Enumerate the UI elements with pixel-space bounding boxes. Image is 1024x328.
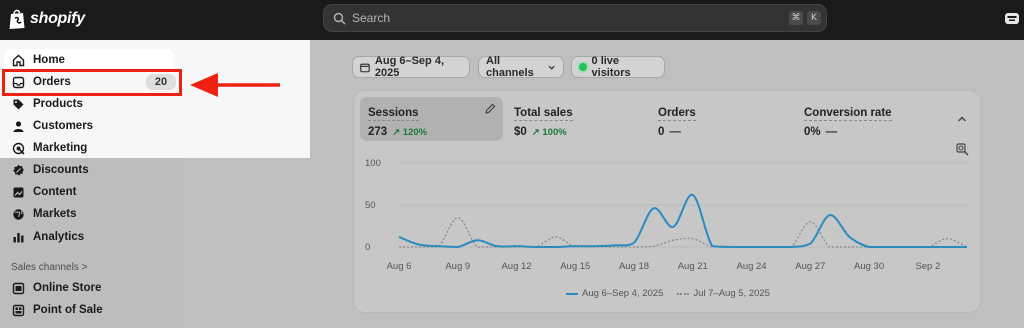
metric-number: 0% xyxy=(804,126,821,138)
metric-change: — xyxy=(669,126,681,138)
x-tick-label: Aug 27 xyxy=(795,261,825,272)
sidebar-item-label: Home xyxy=(33,54,65,66)
metric-number: 0 xyxy=(658,126,665,138)
chart-legend: Aug 6–Sep 4, 2025 Jul 7–Aug 5, 2025 xyxy=(566,288,770,299)
legend-label: Jul 7–Aug 5, 2025 xyxy=(693,288,770,299)
metric-value: $0 ↗ 100% xyxy=(514,126,638,138)
shopify-bag-icon xyxy=(9,9,25,29)
sidebar-item-discounts[interactable]: Discounts xyxy=(4,159,174,181)
search-bar[interactable]: ⌘ K xyxy=(323,4,827,32)
sidebar-item-content[interactable]: Content xyxy=(4,181,174,203)
sidebar-item-label: Products xyxy=(33,98,83,110)
metric-value: 0% — xyxy=(804,126,933,138)
x-tick-label: Aug 12 xyxy=(501,261,531,272)
sidebar-item-label: Content xyxy=(33,186,77,198)
calendar-icon xyxy=(360,63,370,72)
brand-name: shopify xyxy=(30,10,85,27)
metric-label: Sessions xyxy=(368,107,419,121)
x-tick-label: Aug 21 xyxy=(678,261,708,272)
metric-label: Orders xyxy=(658,107,696,121)
sales-channels-heading[interactable]: Sales channels > xyxy=(11,262,87,273)
legend-swatch-dotted xyxy=(677,292,690,295)
globe-icon xyxy=(13,208,24,220)
metric-label: Conversion rate xyxy=(804,107,892,121)
legend-item-current[interactable]: Aug 6–Sep 4, 2025 xyxy=(566,288,663,299)
live-visitors-button[interactable]: 0 live visitors xyxy=(571,55,665,79)
metric-conversion-rate[interactable]: Conversion rate 0% — xyxy=(796,97,941,141)
sidebar-item-home[interactable]: Home xyxy=(4,49,174,71)
pos-icon xyxy=(12,304,25,316)
discount-icon xyxy=(13,164,24,176)
legend-label: Aug 6–Sep 4, 2025 xyxy=(582,288,664,299)
x-tick-label: Aug 24 xyxy=(736,261,766,272)
chevron-up-icon[interactable] xyxy=(956,113,968,125)
tag-icon xyxy=(13,99,24,109)
red-arrow-icon xyxy=(190,73,280,97)
x-tick-label: Sep 2 xyxy=(915,261,940,272)
metric-value: 0 — xyxy=(658,126,782,138)
store-icon xyxy=(12,282,25,294)
metric-sessions[interactable]: Sessions 273 ↗ 120% xyxy=(360,97,503,141)
x-tick-label: Aug 30 xyxy=(854,261,884,272)
sidebar-item-label: Markets xyxy=(33,208,77,220)
metric-number: $0 xyxy=(514,126,527,138)
metric-change: — xyxy=(825,126,838,138)
sidebar-item-online-store[interactable]: Online Store xyxy=(4,277,174,299)
sidebar-item-label: Customers xyxy=(33,120,94,132)
y-tick-label: 100 xyxy=(365,158,381,169)
metric-change: ↗ 100% xyxy=(531,126,567,138)
store-account-icon[interactable] xyxy=(1004,10,1020,26)
x-tick-label: Aug 6 xyxy=(387,261,412,272)
shortcut-key-k: K xyxy=(807,11,821,25)
sidebar-item-markets[interactable]: Markets xyxy=(4,203,174,225)
metric-number: 273 xyxy=(368,126,388,138)
target-icon xyxy=(12,142,25,155)
metric-label: Total sales xyxy=(514,107,573,121)
bar-chart-icon xyxy=(13,232,24,242)
legend-item-previous[interactable]: Jul 7–Aug 5, 2025 xyxy=(677,288,770,299)
chevron-down-icon xyxy=(548,65,555,70)
sidebar-item-label: Analytics xyxy=(33,231,85,243)
sidebar-item-label: Point of Sale xyxy=(33,304,103,316)
shopify-logo[interactable]: shopify xyxy=(8,8,85,30)
metric-change: ↗ 120% xyxy=(392,126,428,138)
sidebar-item-marketing[interactable]: Marketing xyxy=(4,137,174,159)
x-tick-label: Aug 15 xyxy=(560,261,590,272)
metric-orders[interactable]: Orders 0 — xyxy=(650,97,790,141)
pencil-icon[interactable] xyxy=(484,103,496,115)
sessions-line-chart: 0 50 100 Aug 6 Aug 9 Aug 12 Aug 15 Aug 18 Aug 21… xyxy=(365,158,968,272)
sidebar-item-analytics[interactable]: Analytics xyxy=(4,226,174,248)
sidebar-item-customers[interactable]: Customers xyxy=(4,115,174,137)
content-icon xyxy=(13,187,24,197)
orders-highlight-box xyxy=(2,69,182,96)
search-icon xyxy=(333,12,346,24)
sidebar-item-point-of-sale[interactable]: Point of Sale xyxy=(4,299,174,321)
sidebar-item-label: Discounts xyxy=(33,164,89,176)
person-icon xyxy=(13,120,24,132)
x-tick-label: Aug 9 xyxy=(445,261,470,272)
metric-value: 273 ↗ 120% xyxy=(368,126,495,138)
sidebar-item-label: Marketing xyxy=(33,142,88,154)
top-bar: shopify ⌘ K xyxy=(0,0,1024,40)
x-tick-label: Aug 18 xyxy=(619,261,649,272)
metric-total-sales[interactable]: Total sales $0 ↗ 100% xyxy=(506,97,646,141)
live-visitors-label: 0 live visitors xyxy=(591,55,631,79)
legend-swatch-solid xyxy=(566,292,578,295)
series-line-current[interactable] xyxy=(398,193,967,249)
y-tick-label: 0 xyxy=(365,242,370,253)
search-input[interactable] xyxy=(352,11,732,25)
home-icon xyxy=(12,54,25,66)
sidebar-item-products[interactable]: Products xyxy=(4,93,174,115)
sidebar-item-label: Online Store xyxy=(33,282,102,294)
date-range-button[interactable]: Aug 6–Sep 4, 2025 xyxy=(352,55,470,79)
live-dot-icon xyxy=(579,63,587,71)
date-range-label: Aug 6–Sep 4, 2025 xyxy=(374,55,444,79)
channels-label: All channels xyxy=(486,55,534,79)
y-tick-label: 50 xyxy=(365,200,376,211)
shortcut-key-cmd: ⌘ xyxy=(789,11,803,25)
channels-dropdown[interactable]: All channels xyxy=(478,55,564,79)
